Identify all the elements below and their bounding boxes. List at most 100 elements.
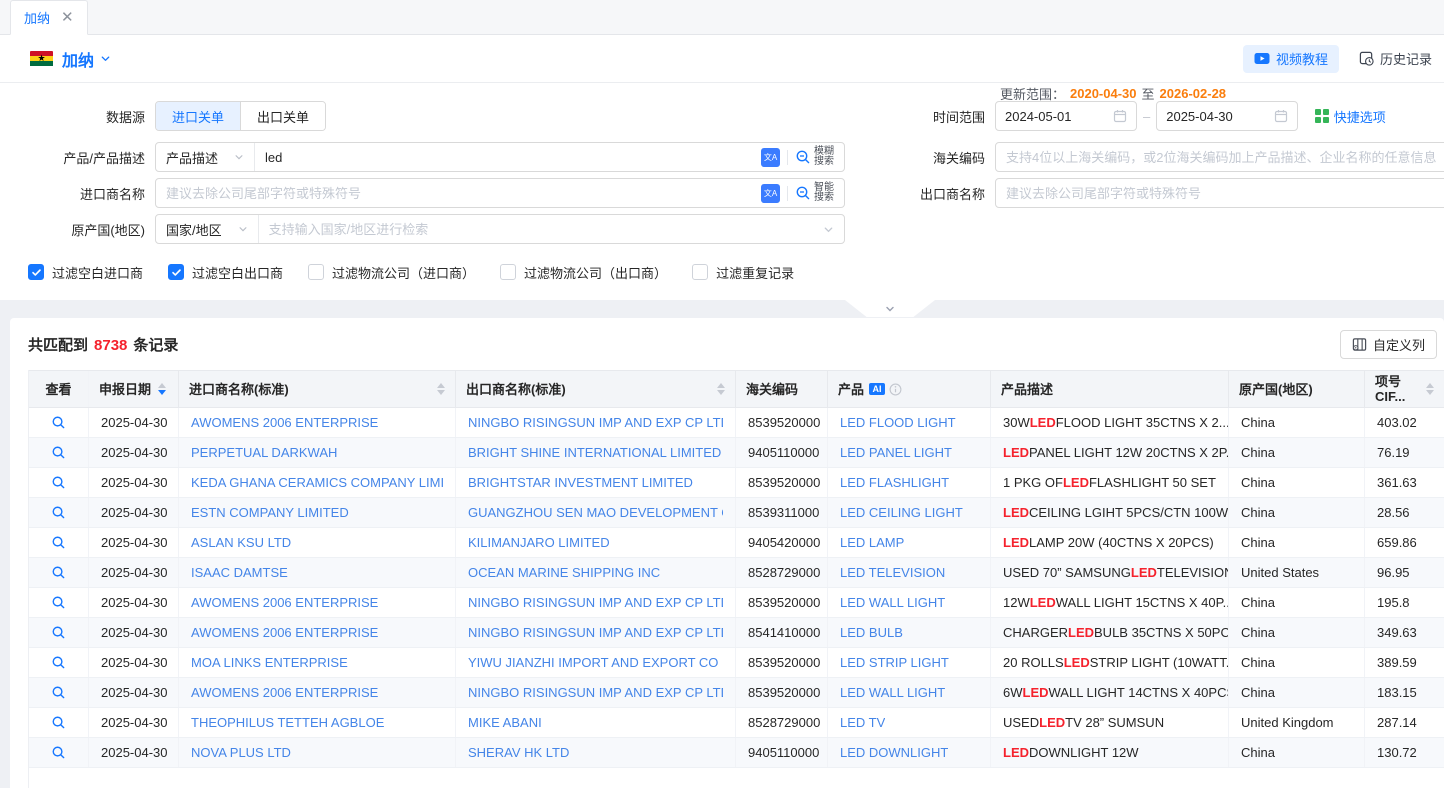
product-link[interactable]: LED CEILING LIGHT [840,505,963,520]
exporter-name-link[interactable]: BRIGHTSTAR INVESTMENT LIMITED [468,475,693,490]
cif-value-cell: 403.02 [1365,408,1444,437]
importer-name-link[interactable]: AWOMENS 2006 ENTERPRISE [191,685,378,700]
product-link[interactable]: LED WALL LIGHT [840,685,945,700]
tab-import-declarations[interactable]: 进口关单 [156,102,240,130]
column-header-importer-name[interactable]: 进口商名称(标准) [179,371,456,407]
product-link[interactable]: LED FLASHLIGHT [840,475,949,490]
exporter-name-link[interactable]: GUANGZHOU SEN MAO DEVELOPMENT C... [468,505,723,520]
customize-columns-button[interactable]: 自定义列 [1340,330,1437,359]
view-icon[interactable] [51,445,66,460]
importer-name-link[interactable]: NOVA PLUS LTD [191,745,291,760]
smart-search-button[interactable]: 智能搜索 [795,183,836,204]
exporter-name-link[interactable]: NINGBO RISINGSUN IMP AND EXP CP LTD [468,595,723,610]
view-icon[interactable] [51,685,66,700]
exporter-name-input[interactable] [996,186,1444,201]
origin-country-input[interactable] [259,222,823,237]
column-header-exporter-name[interactable]: 出口商名称(标准) [456,371,736,407]
importer-name-link[interactable]: AWOMENS 2006 ENTERPRISE [191,625,378,640]
view-icon[interactable] [51,655,66,670]
declare-date-cell: 2025-04-30 [89,618,179,647]
view-icon[interactable] [51,415,66,430]
product-link[interactable]: LED LAMP [840,535,904,550]
column-header-cif[interactable]: 项号 CIF... [1365,371,1444,407]
importer-name-link[interactable]: KEDA GHANA CERAMICS COMPANY LIMITED [191,475,443,490]
view-icon[interactable] [51,475,66,490]
importer-cell: AWOMENS 2006 ENTERPRISE [179,408,456,437]
filter-checkbox[interactable]: 过滤空白出口商 [168,263,283,282]
date-from-input[interactable]: 2024-05-01 [995,101,1137,131]
exporter-name-link[interactable]: NINGBO RISINGSUN IMP AND EXP CP LTD [468,625,723,640]
checkbox-icon[interactable] [168,264,184,280]
exporter-name-link[interactable]: YIWU JIANZHI IMPORT AND EXPORT CO LTD [468,655,723,670]
exporter-name-link[interactable]: MIKE ABANI [468,715,542,730]
view-icon[interactable] [51,595,66,610]
origin-type-select[interactable]: 国家/地区 [156,215,259,243]
sort-icon[interactable] [437,383,445,395]
tab-export-declarations[interactable]: 出口关单 [240,102,325,130]
importer-name-link[interactable]: THEOPHILUS TETTEH AGBLOE [191,715,384,730]
info-icon[interactable] [889,383,902,396]
quick-options-button[interactable]: 快捷选项 [1315,107,1386,126]
importer-name-link[interactable]: ASLAN KSU LTD [191,535,291,550]
translate-icon[interactable]: 文A [761,148,780,167]
sort-icon[interactable] [1426,383,1434,395]
product-link[interactable]: LED DOWNLIGHT [840,745,948,760]
chevron-down-icon[interactable] [100,53,111,64]
importer-name-input[interactable] [156,186,761,201]
filter-checkbox[interactable]: 过滤物流公司（出口商） [500,263,667,282]
history-button[interactable]: 历史记录 [1359,45,1432,73]
importer-name-link[interactable]: ESTN COMPANY LIMITED [191,505,349,520]
importer-name-link[interactable]: AWOMENS 2006 ENTERPRISE [191,595,378,610]
tab-ghana[interactable]: 加纳 ✕ [10,0,88,35]
exporter-name-link[interactable]: BRIGHT SHINE INTERNATIONAL LIMITED [468,445,721,460]
sort-icon[interactable] [717,383,725,395]
fuzzy-search-button[interactable]: 模糊搜索 [795,147,836,168]
sort-icon[interactable] [158,383,166,395]
checkbox-icon[interactable] [28,264,44,280]
history-label: 历史记录 [1380,49,1432,68]
product-link[interactable]: LED WALL LIGHT [840,595,945,610]
column-header-declare-date[interactable]: 申报日期 [89,371,179,407]
origin-filter-label: 原产国(地区) [0,220,145,239]
filter-checkbox[interactable]: 过滤空白进口商 [28,263,143,282]
exporter-name-link[interactable]: OCEAN MARINE SHIPPING INC [468,565,660,580]
checkbox-icon[interactable] [692,264,708,280]
close-icon[interactable]: ✕ [61,10,74,25]
country-title[interactable]: 加纳 [62,47,94,71]
chevron-down-icon[interactable] [823,224,834,235]
product-search-input[interactable] [255,150,761,165]
date-to-input[interactable]: 2025-04-30 [1156,101,1298,131]
product-link[interactable]: LED TELEVISION [840,565,945,580]
cif-value-cell: 349.63 [1365,618,1444,647]
importer-name-link[interactable]: ISAAC DAMTSE [191,565,288,580]
product-link[interactable]: LED STRIP LIGHT [840,655,949,670]
view-icon[interactable] [51,715,66,730]
product-type-select[interactable]: 产品描述 [156,143,255,171]
exporter-name-link[interactable]: NINGBO RISINGSUN IMP AND EXP CP LTD [468,685,723,700]
checkbox-icon[interactable] [500,264,516,280]
product-link[interactable]: LED BULB [840,625,903,640]
view-cell [29,618,89,647]
exporter-name-link[interactable]: KILIMANJARO LIMITED [468,535,610,550]
importer-name-link[interactable]: MOA LINKS ENTERPRISE [191,655,348,670]
video-tutorial-button[interactable]: 视频教程 [1243,45,1339,73]
view-icon[interactable] [51,565,66,580]
view-icon[interactable] [51,745,66,760]
importer-name-link[interactable]: PERPETUAL DARKWAH [191,445,337,460]
hs-code-input[interactable] [996,150,1444,165]
importer-name-link[interactable]: AWOMENS 2006 ENTERPRISE [191,415,378,430]
view-icon[interactable] [51,535,66,550]
exporter-name-link[interactable]: SHERAV HK LTD [468,745,569,760]
checkbox-icon[interactable] [308,264,324,280]
filter-checkbox[interactable]: 过滤物流公司（进口商） [308,263,475,282]
filter-checkbox[interactable]: 过滤重复记录 [692,263,794,282]
view-cell [29,558,89,587]
view-icon[interactable] [51,505,66,520]
collapse-filters-button[interactable] [845,300,935,317]
product-link[interactable]: LED TV [840,715,885,730]
product-link[interactable]: LED PANEL LIGHT [840,445,952,460]
view-icon[interactable] [51,625,66,640]
product-link[interactable]: LED FLOOD LIGHT [840,415,956,430]
exporter-name-link[interactable]: NINGBO RISINGSUN IMP AND EXP CP LTD [468,415,723,430]
translate-icon[interactable]: 文A [761,184,780,203]
